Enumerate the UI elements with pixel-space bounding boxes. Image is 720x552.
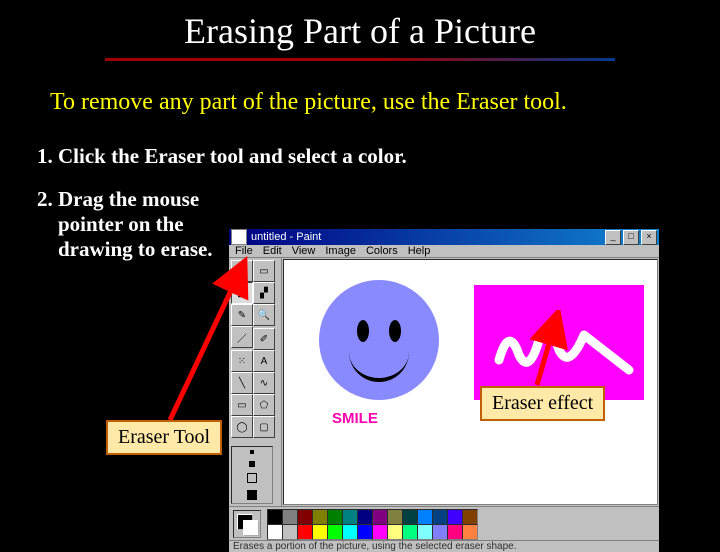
color-swatch[interactable] — [297, 509, 313, 525]
color-swatch[interactable] — [357, 509, 373, 525]
color-swatch[interactable] — [327, 509, 343, 525]
toolbox: ✧▭ ◧▞ ✎🔍 ／✐ ⁙A ╲∿ ▭⬠ ◯▢ — [229, 258, 282, 506]
current-colors[interactable] — [233, 510, 261, 538]
tool-rounded-rect[interactable]: ▢ — [253, 416, 275, 438]
color-palette — [229, 506, 659, 540]
intro-text: To remove any part of the picture, use t… — [50, 89, 670, 116]
tool-ellipse[interactable]: ◯ — [231, 416, 253, 438]
smiley-right-eye — [389, 320, 401, 342]
slide-title: Erasing Part of a Picture — [0, 0, 720, 52]
color-swatch[interactable] — [447, 524, 463, 540]
paint-canvas[interactable]: SMILE — [283, 259, 658, 505]
color-swatch[interactable] — [387, 509, 403, 525]
eraser-scribble-icon — [494, 315, 634, 385]
tool-magnifier[interactable]: 🔍 — [253, 304, 275, 326]
step-2: Drag the mouse pointer on the drawing to… — [58, 187, 228, 262]
color-swatch[interactable] — [267, 524, 283, 540]
smiley-left-eye — [357, 320, 369, 342]
tool-fill[interactable]: ▞ — [253, 282, 275, 304]
menu-help[interactable]: Help — [408, 245, 431, 257]
color-swatch[interactable] — [327, 524, 343, 540]
menu-view[interactable]: View — [292, 245, 316, 257]
color-swatch[interactable] — [417, 524, 433, 540]
color-swatch[interactable] — [297, 524, 313, 540]
color-swatch[interactable] — [402, 524, 418, 540]
tool-curve[interactable]: ∿ — [253, 372, 275, 394]
smiley-mouth — [349, 348, 409, 382]
tool-text[interactable]: A — [253, 350, 275, 372]
color-swatch[interactable] — [462, 509, 478, 525]
eraser-size-1[interactable] — [250, 450, 254, 454]
color-swatch[interactable] — [342, 524, 358, 540]
color-swatch[interactable] — [312, 524, 328, 540]
color-swatch[interactable] — [312, 509, 328, 525]
eraser-size-options[interactable] — [231, 446, 273, 504]
smiley-drawing — [319, 280, 439, 400]
color-swatch[interactable] — [447, 509, 463, 525]
paint-titlebar: untitled - Paint _ □ × — [229, 229, 659, 245]
tool-color-picker[interactable]: ✎ — [231, 304, 253, 326]
magenta-rectangle — [474, 285, 644, 400]
menu-edit[interactable]: Edit — [263, 245, 282, 257]
menu-file[interactable]: File — [235, 245, 253, 257]
tool-pencil[interactable]: ／ — [231, 326, 253, 348]
color-swatch[interactable] — [372, 509, 388, 525]
color-swatch[interactable] — [282, 509, 298, 525]
tool-airbrush[interactable]: ⁙ — [231, 350, 253, 372]
paint-window: untitled - Paint _ □ × File Edit View Im… — [228, 228, 660, 510]
paint-title-text: untitled - Paint — [251, 231, 321, 243]
tool-polygon[interactable]: ⬠ — [253, 394, 275, 416]
tool-rect-select[interactable]: ▭ — [253, 260, 275, 282]
menu-image[interactable]: Image — [325, 245, 356, 257]
status-bar: Erases a portion of the picture, using t… — [229, 540, 659, 552]
callout-eraser-effect: Eraser effect — [480, 386, 605, 421]
color-swatch[interactable] — [402, 509, 418, 525]
tool-line[interactable]: ╲ — [231, 372, 253, 394]
callout-eraser-tool: Eraser Tool — [106, 420, 222, 455]
color-swatch[interactable] — [387, 524, 403, 540]
tool-brush[interactable]: ✐ — [253, 328, 275, 350]
minimize-button[interactable]: _ — [605, 230, 621, 245]
eraser-size-4[interactable] — [247, 490, 257, 500]
maximize-button[interactable]: □ — [623, 230, 639, 245]
color-swatch[interactable] — [267, 509, 283, 525]
color-swatch[interactable] — [432, 524, 448, 540]
tool-rectangle[interactable]: ▭ — [231, 394, 253, 416]
paint-app-icon — [231, 229, 247, 245]
color-swatch[interactable] — [282, 524, 298, 540]
tool-freeform-select[interactable]: ✧ — [231, 260, 253, 282]
close-button[interactable]: × — [641, 230, 657, 245]
palette-grid — [267, 509, 476, 538]
color-swatch[interactable] — [342, 509, 358, 525]
color-swatch[interactable] — [357, 524, 373, 540]
tool-eraser[interactable]: ◧ — [231, 282, 253, 304]
menu-colors[interactable]: Colors — [366, 245, 398, 257]
color-swatch[interactable] — [417, 509, 433, 525]
paint-menubar: File Edit View Image Colors Help — [229, 245, 659, 258]
color-swatch[interactable] — [432, 509, 448, 525]
title-underline — [105, 58, 615, 61]
color-swatch[interactable] — [372, 524, 388, 540]
color-swatch[interactable] — [462, 524, 478, 540]
step-1: Click the Eraser tool and select a color… — [58, 144, 698, 169]
eraser-size-3[interactable] — [247, 473, 257, 483]
status-text: Erases a portion of the picture, using t… — [233, 541, 517, 552]
smile-text: SMILE — [332, 410, 378, 427]
eraser-size-2[interactable] — [249, 461, 255, 467]
